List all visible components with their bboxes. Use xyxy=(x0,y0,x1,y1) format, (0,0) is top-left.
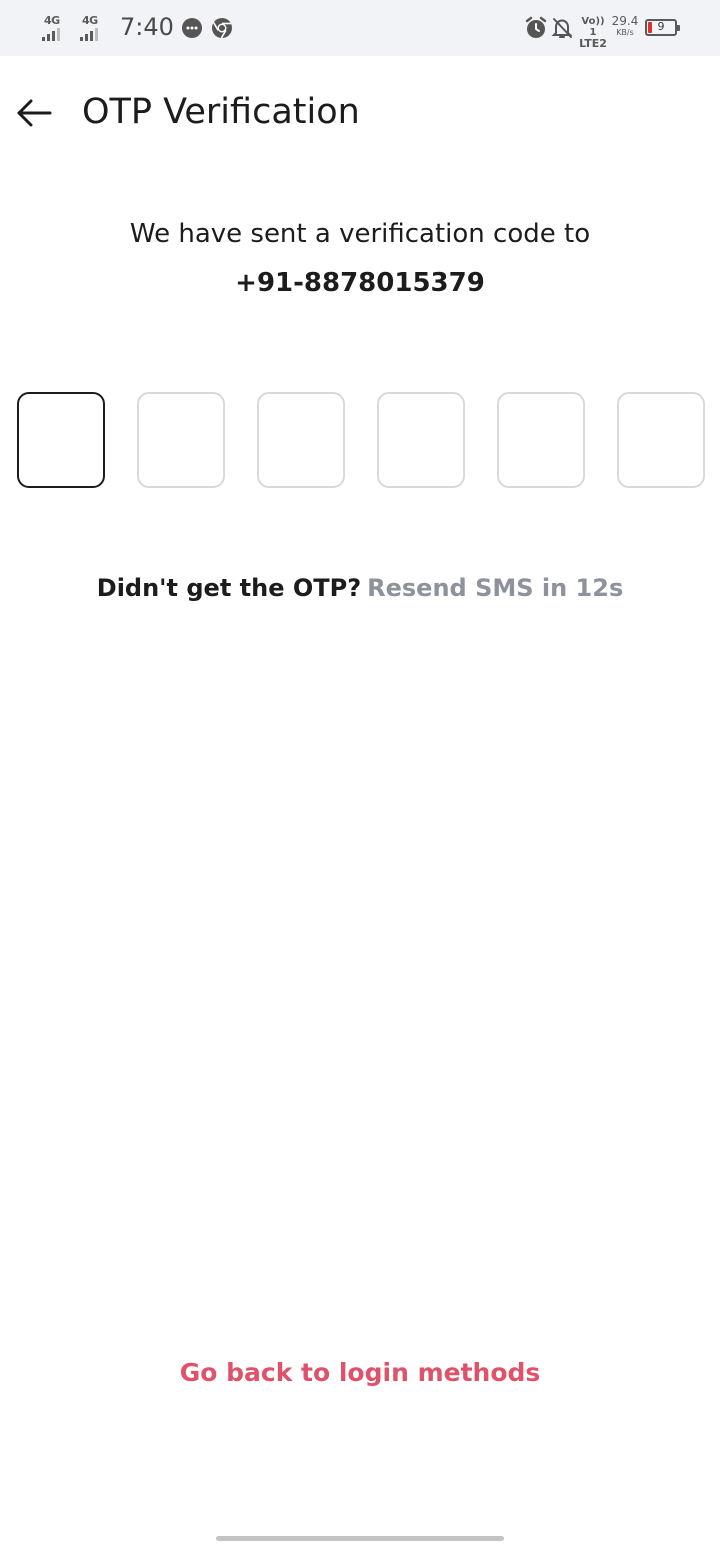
network-speed-unit: KB/s xyxy=(616,28,634,37)
otp-digit-4[interactable] xyxy=(377,392,465,488)
sim2-signal-icon: 4G xyxy=(80,14,110,42)
resend-question: Didn't get the OTP? xyxy=(96,574,362,602)
alarm-icon xyxy=(525,16,547,38)
network-speed: 29.4 KB/s xyxy=(610,15,640,39)
network-speed-value: 29.4 xyxy=(611,14,639,28)
sim2-network-label: 4G xyxy=(82,14,98,27)
home-indicator[interactable] xyxy=(216,1536,504,1541)
battery-icon: 9 xyxy=(645,19,680,36)
sim1-signal-icon: 4G xyxy=(42,14,72,42)
volte-line1: Vo)) 1 xyxy=(581,16,605,38)
otp-digit-3[interactable] xyxy=(257,392,345,488)
status-time: 7:40 xyxy=(120,13,174,41)
notifications-off-icon xyxy=(551,18,573,38)
volte-indicator: Vo)) 1 LTE2 xyxy=(578,16,608,49)
back-arrow-icon xyxy=(17,99,52,127)
message-notification-icon xyxy=(182,18,202,38)
sim1-network-label: 4G xyxy=(44,14,60,27)
verification-message: We have sent a verification code to xyxy=(129,219,591,249)
otp-digit-6[interactable] xyxy=(617,392,705,488)
status-bar: 4G 4G 7:40 Vo)) 1 LTE2 29.4 KB/s 9 xyxy=(0,0,720,56)
chrome-icon xyxy=(212,18,232,39)
otp-digit-5[interactable] xyxy=(497,392,585,488)
battery-level: 9 xyxy=(657,20,665,33)
resend-row: Didn't get the OTP? Resend SMS in 12s xyxy=(0,574,720,602)
back-button[interactable] xyxy=(14,94,54,132)
otp-digit-2[interactable] xyxy=(137,392,225,488)
otp-digit-1[interactable] xyxy=(17,392,105,488)
go-back-to-login-link[interactable]: Go back to login methods xyxy=(0,1358,720,1387)
page-title: OTP Verification xyxy=(82,92,360,132)
volte-line2: LTE2 xyxy=(579,37,607,50)
resend-sms-timer: Resend SMS in 12s xyxy=(367,574,624,602)
phone-number: +91-8878015379 xyxy=(235,268,485,298)
